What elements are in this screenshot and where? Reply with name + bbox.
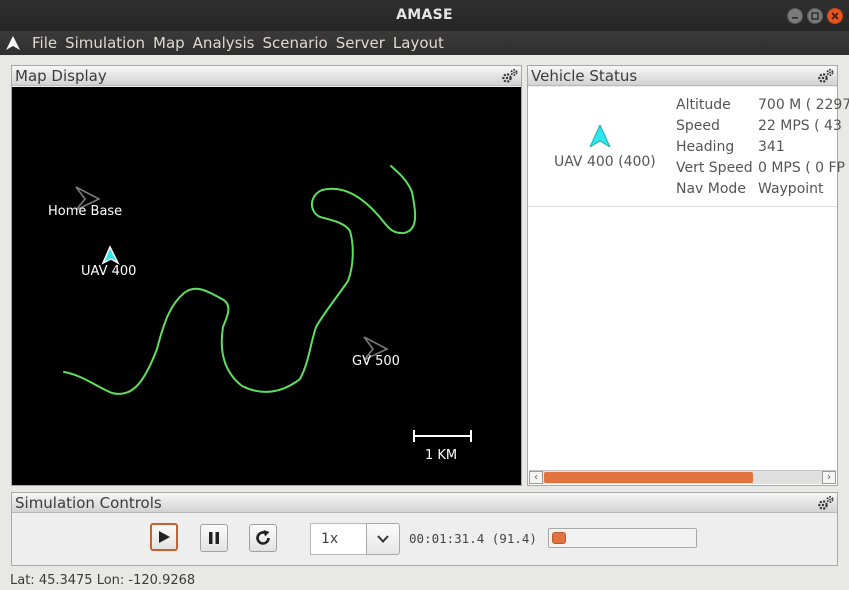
menu-bar: File Simulation Map Analysis Scenario Se… (0, 31, 849, 55)
speed-dropdown-button[interactable] (366, 523, 400, 555)
map-panel-header: Map Display (12, 66, 521, 86)
heading-label: Heading (676, 139, 735, 155)
sim-progress-bar[interactable] (548, 528, 697, 548)
reset-icon (256, 530, 270, 545)
pause-button[interactable] (200, 524, 228, 552)
speed-label: Speed (676, 118, 720, 134)
nav-mode-value: Waypoint (758, 181, 824, 197)
scroll-right-icon[interactable]: › (822, 471, 836, 484)
minimize-button[interactable] (787, 8, 803, 24)
gv-500-label: GV 500 (352, 354, 400, 369)
menu-layout[interactable]: Layout (389, 33, 448, 53)
map-panel-title: Map Display (15, 67, 107, 85)
map-panel-settings-icon[interactable] (501, 68, 519, 84)
vehicle-status-panel: Vehicle Status UAV 400 (400) Altitude 70… (527, 65, 849, 486)
home-base-label: Home Base (48, 204, 123, 219)
vehicle-status-header: Vehicle Status (528, 66, 837, 86)
coordinate-readout: Lat: 45.3475 Lon: -120.9268 (10, 573, 196, 588)
altitude-label: Altitude (676, 97, 731, 113)
map-scale-bar (413, 430, 472, 442)
sim-progress-fill (552, 532, 566, 544)
uav-400-marker[interactable] (101, 245, 120, 265)
reset-button[interactable] (249, 524, 277, 552)
vehicle-status-row[interactable]: UAV 400 (400) Altitude 700 M ( 2297 Spee… (528, 87, 849, 207)
pause-icon (209, 532, 219, 544)
horizontal-scrollbar[interactable]: ‹ › (529, 470, 836, 484)
play-icon (159, 531, 170, 543)
scrollbar-thumb[interactable] (544, 472, 753, 483)
altitude-value: 700 M ( 2297 (758, 97, 849, 113)
chevron-down-icon (377, 535, 389, 543)
close-button[interactable] (827, 8, 843, 24)
menu-file[interactable]: File (28, 33, 61, 53)
uav-400-label: UAV 400 (81, 264, 137, 279)
nav-mode-label: Nav Mode (676, 181, 746, 197)
vert-speed-value: 0 MPS ( 0 FP (758, 160, 845, 176)
sim-time-readout: 00:01:31.4 (91.4) (409, 531, 537, 546)
vert-speed-label: Vert Speed (676, 160, 753, 176)
menu-analysis[interactable]: Analysis (189, 33, 259, 53)
menu-server[interactable]: Server (332, 33, 389, 53)
vehicle-status-body: UAV 400 (400) Altitude 700 M ( 2297 Spee… (528, 87, 849, 485)
window-title: AMASE (396, 7, 453, 23)
maximize-button[interactable] (807, 8, 823, 24)
vehicle-status-settings-icon[interactable] (817, 68, 835, 84)
sim-controls-title: Simulation Controls (15, 494, 162, 512)
uav-vehicle-icon (589, 125, 611, 147)
scale-label: 1 KM (425, 448, 458, 463)
app-logo-icon (6, 36, 20, 50)
vehicle-name: UAV 400 (400) (554, 154, 656, 170)
scroll-left-icon[interactable]: ‹ (529, 471, 543, 484)
heading-value: 341 (758, 139, 785, 155)
close-icon (831, 12, 839, 20)
title-bar: AMASE (0, 0, 849, 31)
simulation-controls-panel: Simulation Controls 1x 00:01:31.4 (91.4) (11, 492, 838, 566)
map-canvas[interactable]: Home Base UAV 400 GV 500 1 KM (12, 87, 521, 485)
vehicle-status-title: Vehicle Status (531, 67, 638, 85)
sim-controls-header: Simulation Controls (12, 493, 837, 513)
speed-value: 22 MPS ( 43 (758, 118, 842, 134)
menu-map[interactable]: Map (149, 33, 189, 53)
play-button[interactable] (150, 523, 178, 551)
maximize-icon (811, 12, 819, 20)
minimize-icon (792, 17, 798, 19)
menu-scenario[interactable]: Scenario (258, 33, 331, 53)
menu-simulation[interactable]: Simulation (61, 33, 149, 53)
sim-controls-settings-icon[interactable] (817, 495, 835, 511)
map-display-panel: Map Display Home Base UAV 400 GV 500 1 K… (11, 65, 522, 486)
speed-select-field[interactable]: 1x (310, 523, 366, 555)
